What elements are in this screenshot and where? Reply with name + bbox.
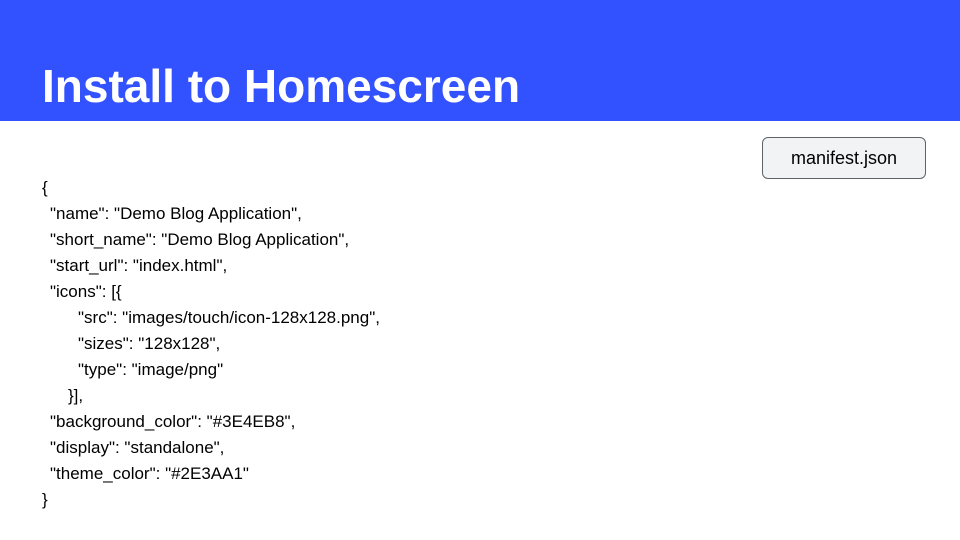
code-line: "short_name": "Demo Blog Application", [50, 230, 350, 249]
code-line: "display": "standalone", [50, 438, 225, 457]
code-line: "type": "image/png" [78, 360, 224, 379]
code-line: "start_url": "index.html", [50, 256, 228, 275]
code-block: { "name": "Demo Blog Application", "shor… [42, 175, 380, 513]
code-line: }], [68, 386, 84, 405]
slide: Install to Homescreen manifest.json { "n… [0, 0, 960, 540]
code-line: "name": "Demo Blog Application", [50, 204, 302, 223]
title-banner: Install to Homescreen [0, 0, 960, 121]
code-line: { [42, 178, 48, 197]
code-line: } [42, 490, 48, 509]
code-line: "background_color": "#3E4EB8", [50, 412, 296, 431]
slide-title: Install to Homescreen [42, 60, 521, 112]
code-line: "src": "images/touch/icon-128x128.png", [78, 308, 380, 327]
code-line: "sizes": "128x128", [78, 334, 221, 353]
code-line: "icons": [{ [50, 282, 122, 301]
file-name-label: manifest.json [762, 137, 926, 179]
code-line: "theme_color": "#2E3AA1" [50, 464, 249, 483]
